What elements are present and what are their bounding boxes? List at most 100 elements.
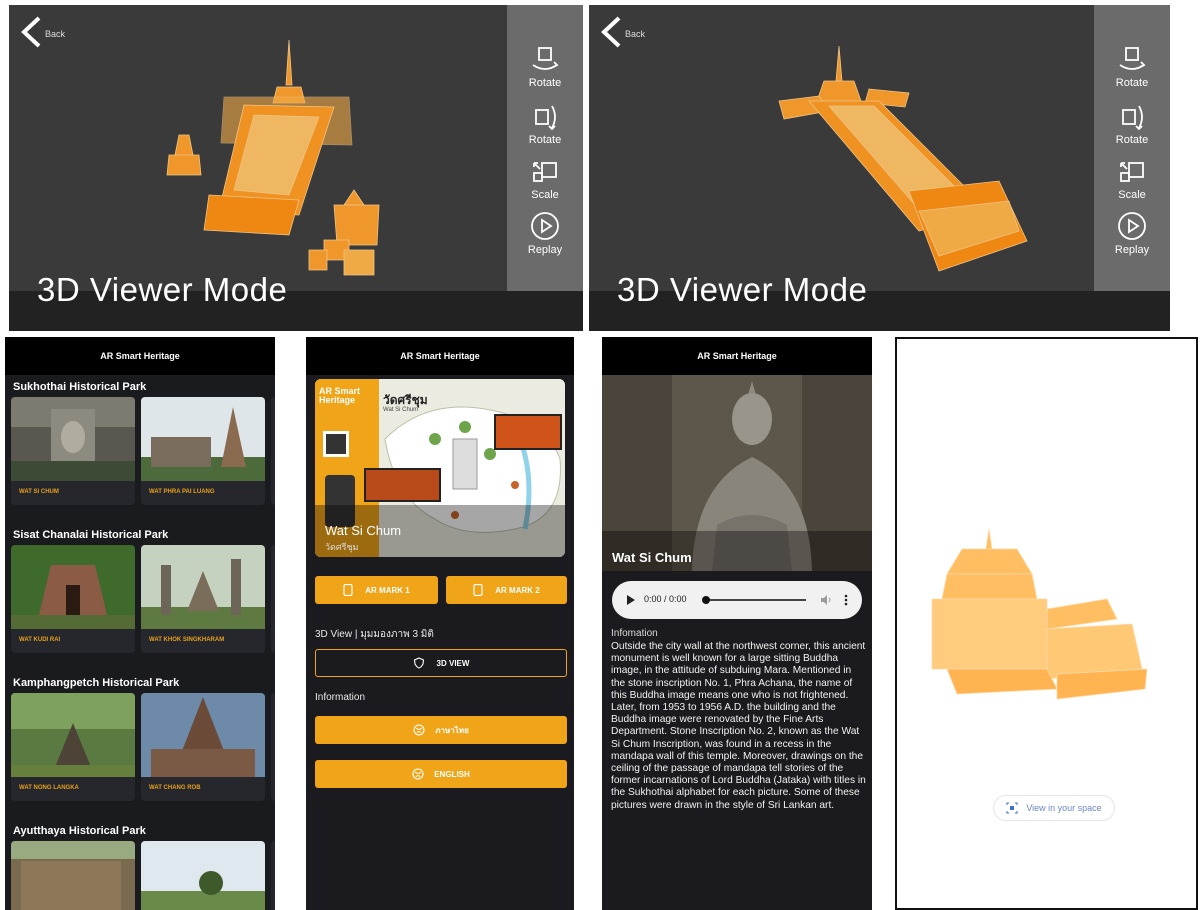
site-photo (141, 397, 265, 481)
site-photo (11, 693, 135, 777)
tool-label: Rotate (528, 134, 562, 146)
park-list-screen: AR Smart Heritage Sukhothai Historical P… (5, 337, 275, 910)
ar-mark-2-button[interactable]: AR MARK 2 (446, 576, 567, 604)
audio-progress-thumb[interactable] (702, 596, 710, 604)
tool-label: Scale (1118, 189, 1146, 201)
site-name-thai: วัดศรีชุม (325, 542, 359, 552)
site-photo (11, 397, 135, 481)
site-card[interactable]: WAT NONG LANGKA (11, 693, 135, 801)
3d-view-button[interactable]: 3D VIEW (315, 649, 567, 677)
ar-cube-icon (1006, 802, 1018, 814)
rotate-vertical-button[interactable]: Rotate (507, 102, 583, 146)
volume-icon[interactable] (820, 594, 832, 606)
chevron-left-icon (21, 16, 41, 48)
tool-label: Rotate (528, 77, 562, 89)
site-card[interactable]: WAT KUDI RAI (11, 545, 135, 653)
model-3d-wat-complex[interactable] (149, 35, 389, 285)
scale-icon (1120, 162, 1144, 182)
english-language-label: ENGLISH (434, 769, 470, 779)
park-title: Ayutthaya Historical Park (13, 825, 146, 837)
tool-sidebar: Rotate Rotate Scale Replay (1094, 5, 1170, 291)
back-label: Back (45, 28, 66, 39)
site-name: WAT KHOK SINGKHARAM (149, 637, 225, 643)
site-name: WAT PHRA PAI LUANG (149, 489, 215, 495)
site-detail-screen: AR Smart Heritage วัดศรีชุม Wat Si Chum … (306, 337, 574, 910)
back-button[interactable]: Back (599, 15, 645, 49)
site-hero-map: วัดศรีชุม Wat Si Chum AR Smart Heritage … (315, 379, 565, 557)
site-name: Wat Si Chum (612, 550, 692, 565)
buddha-statue-photo (602, 375, 872, 571)
tool-sidebar: Rotate Rotate Scale Replay (507, 5, 583, 291)
scale-button[interactable]: Scale (1094, 157, 1170, 201)
back-button[interactable]: Back (19, 15, 65, 49)
rotate-horizontal-button[interactable]: Rotate (1094, 45, 1170, 89)
site-card-partial[interactable] (271, 693, 275, 801)
audio-progress-track[interactable] (706, 599, 806, 601)
ar-mark-1-label: AR MARK 1 (365, 585, 410, 595)
site-name: WAT KUDI RAI (19, 637, 61, 643)
viewer-panel-2: Rotate Rotate Scale Replay Back 3D Viewe… (589, 5, 1170, 331)
replay-button[interactable]: Replay (507, 210, 583, 256)
site-card[interactable]: WAT CHANG ROB (141, 693, 265, 801)
site-card-partial[interactable] (271, 397, 275, 505)
site-info-screen: AR Smart Heritage Wat Si Chum 0:00 / 0:0… (602, 337, 872, 910)
site-name: Wat Si Chum (325, 523, 402, 538)
replay-icon (531, 212, 559, 240)
more-options-icon[interactable] (844, 594, 848, 606)
model-3d-preview[interactable] (907, 529, 1157, 719)
view-in-your-space-button[interactable]: View in your space (993, 795, 1115, 821)
scale-icon (533, 162, 557, 182)
rotate-vertical-button[interactable]: Rotate (1094, 102, 1170, 146)
phone-icon (473, 584, 483, 596)
information-section-label: Information (315, 692, 366, 703)
site-photo (141, 841, 265, 910)
viewer-title: 3D Viewer Mode (37, 271, 288, 308)
rotate-vertical-icon (1122, 105, 1143, 131)
site-name: WAT NONG LANGKA (19, 785, 79, 791)
rotate-vertical-icon (535, 105, 556, 131)
rotate-horizontal-button[interactable]: Rotate (507, 45, 583, 89)
site-photo (11, 841, 135, 910)
phone-icon (343, 584, 353, 596)
site-card[interactable]: WAT SI CHUM (11, 397, 135, 505)
globe-icon (413, 724, 425, 736)
info-body: Outside the city wall at the northwest c… (611, 641, 866, 811)
park-title: Kamphangpetch Historical Park (13, 677, 180, 689)
view-in-your-space-label: View in your space (1026, 803, 1102, 813)
app-bar-title: AR Smart Heritage (602, 337, 872, 375)
rotate-horizontal-icon (532, 47, 559, 70)
site-card[interactable] (141, 841, 265, 910)
ar-view-screen: View in your space (895, 337, 1198, 910)
site-photo (11, 545, 135, 629)
app-bar-title: AR Smart Heritage (306, 337, 574, 375)
back-label: Back (625, 28, 646, 39)
viewer-title: 3D Viewer Mode (617, 271, 868, 308)
thai-language-button[interactable]: ภาษาไทย (315, 716, 567, 744)
app-bar-title: AR Smart Heritage (5, 337, 275, 375)
tool-label: Rotate (1115, 134, 1149, 146)
3d-view-label: 3D VIEW (436, 658, 470, 668)
ar-mark-1-button[interactable]: AR MARK 1 (315, 576, 438, 604)
globe-icon (412, 768, 424, 780)
replay-button[interactable]: Replay (1094, 210, 1170, 256)
site-card[interactable] (11, 841, 135, 910)
site-card[interactable]: WAT KHOK SINGKHARAM (141, 545, 265, 653)
site-card-partial[interactable] (271, 545, 275, 653)
audio-player: 0:00 / 0:00 (612, 581, 862, 619)
map-title-en: Wat Si Chum (383, 407, 419, 413)
site-card[interactable]: WAT PHRA PAI LUANG (141, 397, 265, 505)
info-heading: Infomation (611, 628, 658, 639)
poster-brand: AR Smart Heritage (319, 386, 361, 405)
model-3d-wat-long-hall[interactable] (769, 41, 1039, 291)
replay-icon (1118, 212, 1146, 240)
scale-button[interactable]: Scale (507, 157, 583, 201)
english-language-button[interactable]: ENGLISH (315, 760, 567, 788)
audio-time: 0:00 / 0:00 (644, 594, 687, 604)
tool-label: Rotate (1115, 77, 1149, 89)
play-icon[interactable] (626, 595, 636, 605)
ar-mark-2-label: AR MARK 2 (495, 585, 540, 595)
tool-label: Replay (527, 244, 563, 256)
site-photo (141, 693, 265, 777)
site-card-partial[interactable] (271, 841, 275, 910)
tool-label: Replay (1114, 244, 1150, 256)
